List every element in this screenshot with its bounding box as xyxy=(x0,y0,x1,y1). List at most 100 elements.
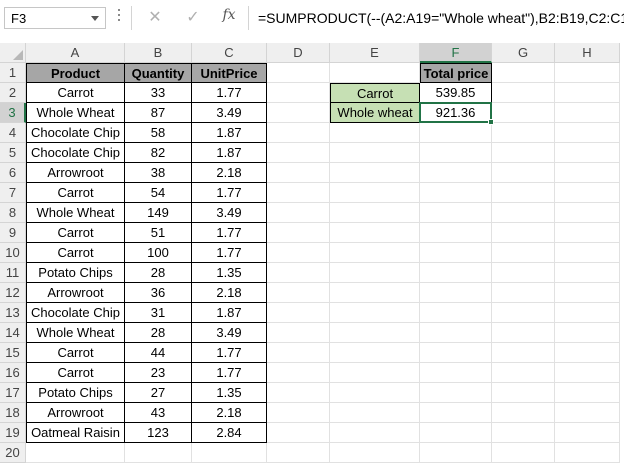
insert-function-button[interactable]: fx xyxy=(218,7,240,27)
table-cell[interactable]: 149 xyxy=(125,203,192,223)
cell[interactable] xyxy=(330,383,420,403)
cell[interactable] xyxy=(330,343,420,363)
table-cell[interactable]: 1.35 xyxy=(192,263,267,283)
cell[interactable] xyxy=(492,143,555,163)
cell[interactable] xyxy=(492,203,555,223)
cell[interactable] xyxy=(420,203,492,223)
row-header-13[interactable]: 13 xyxy=(0,303,26,323)
cell[interactable] xyxy=(492,383,555,403)
cell[interactable] xyxy=(267,63,330,83)
cell[interactable] xyxy=(492,243,555,263)
cell[interactable] xyxy=(555,423,620,443)
column-header-b[interactable]: B xyxy=(125,43,192,63)
table-cell[interactable]: 1.87 xyxy=(192,123,267,143)
cell[interactable] xyxy=(555,443,620,463)
column-header-f[interactable]: F xyxy=(420,43,492,63)
column-header-h[interactable]: H xyxy=(555,43,620,63)
cell[interactable] xyxy=(420,223,492,243)
row-header-7[interactable]: 7 xyxy=(0,183,26,203)
cell[interactable] xyxy=(420,263,492,283)
row-header-16[interactable]: 16 xyxy=(0,363,26,383)
table-cell[interactable]: Potato Chips xyxy=(26,383,125,403)
table-cell[interactable]: 31 xyxy=(125,303,192,323)
cell[interactable] xyxy=(492,263,555,283)
cell[interactable] xyxy=(330,323,420,343)
select-all-button[interactable] xyxy=(0,43,26,63)
cell[interactable] xyxy=(267,163,330,183)
cell[interactable] xyxy=(330,363,420,383)
cell[interactable] xyxy=(555,243,620,263)
lookup-total-cell[interactable]: 539.85 xyxy=(420,83,492,103)
cell[interactable] xyxy=(267,123,330,143)
row-header-8[interactable]: 8 xyxy=(0,203,26,223)
cell[interactable] xyxy=(555,303,620,323)
cell[interactable] xyxy=(492,343,555,363)
cell[interactable] xyxy=(555,123,620,143)
table-cell[interactable]: 3.49 xyxy=(192,103,267,123)
cell[interactable] xyxy=(267,423,330,443)
table-cell[interactable]: 100 xyxy=(125,243,192,263)
cell[interactable] xyxy=(330,163,420,183)
table-header-cell[interactable]: UnitPrice xyxy=(192,63,267,83)
table-cell[interactable]: 28 xyxy=(125,263,192,283)
cell[interactable] xyxy=(267,323,330,343)
table-cell[interactable]: 1.77 xyxy=(192,83,267,103)
cell[interactable] xyxy=(492,363,555,383)
cell[interactable] xyxy=(555,163,620,183)
cell[interactable] xyxy=(267,443,330,463)
cell[interactable] xyxy=(420,323,492,343)
cell[interactable] xyxy=(192,443,267,463)
cell[interactable] xyxy=(420,303,492,323)
table-cell[interactable]: 1.77 xyxy=(192,243,267,263)
table-cell[interactable]: Oatmeal Raisin xyxy=(26,423,125,443)
cell[interactable] xyxy=(420,343,492,363)
cell[interactable] xyxy=(555,363,620,383)
table-cell[interactable]: Potato Chips xyxy=(26,263,125,283)
cell[interactable] xyxy=(330,243,420,263)
table-cell[interactable]: Carrot xyxy=(26,243,125,263)
close-icon[interactable]: ✕ xyxy=(146,7,164,27)
cell[interactable] xyxy=(555,223,620,243)
table-cell[interactable]: 38 xyxy=(125,163,192,183)
cell[interactable] xyxy=(555,263,620,283)
cell[interactable] xyxy=(555,103,620,123)
row-header-9[interactable]: 9 xyxy=(0,223,26,243)
cell[interactable] xyxy=(492,63,555,83)
name-box[interactable]: F3 xyxy=(4,7,106,29)
cell[interactable] xyxy=(26,443,125,463)
cell[interactable] xyxy=(492,283,555,303)
cell[interactable] xyxy=(267,243,330,263)
table-cell[interactable]: 1.77 xyxy=(192,343,267,363)
table-cell[interactable]: 123 xyxy=(125,423,192,443)
table-header-cell[interactable]: Product xyxy=(26,63,125,83)
table-cell[interactable]: Carrot xyxy=(26,83,125,103)
table-cell[interactable]: Arrowroot xyxy=(26,283,125,303)
cell[interactable] xyxy=(267,283,330,303)
table-cell[interactable]: 2.18 xyxy=(192,163,267,183)
cell[interactable] xyxy=(330,183,420,203)
row-header-5[interactable]: 5 xyxy=(0,143,26,163)
cell[interactable] xyxy=(420,243,492,263)
formula-input[interactable]: =SUMPRODUCT(--(A2:A19="Whole wheat"),B2:… xyxy=(258,10,624,26)
cell[interactable] xyxy=(555,83,620,103)
cell[interactable] xyxy=(267,183,330,203)
cell[interactable] xyxy=(420,423,492,443)
row-header-12[interactable]: 12 xyxy=(0,283,26,303)
lookup-header-cell[interactable]: Total price xyxy=(420,63,492,83)
cell[interactable] xyxy=(267,343,330,363)
table-cell[interactable]: Whole Wheat xyxy=(26,323,125,343)
cell[interactable] xyxy=(267,303,330,323)
table-cell[interactable]: 3.49 xyxy=(192,323,267,343)
cell[interactable] xyxy=(330,283,420,303)
cell[interactable] xyxy=(420,163,492,183)
table-cell[interactable]: Arrowroot xyxy=(26,163,125,183)
row-header-1[interactable]: 1 xyxy=(0,63,26,83)
cell[interactable] xyxy=(420,403,492,423)
table-cell[interactable]: 33 xyxy=(125,83,192,103)
cell[interactable] xyxy=(330,263,420,283)
cell[interactable] xyxy=(420,143,492,163)
table-cell[interactable]: Carrot xyxy=(26,223,125,243)
cell[interactable] xyxy=(267,383,330,403)
cell[interactable] xyxy=(420,283,492,303)
cell[interactable] xyxy=(555,203,620,223)
